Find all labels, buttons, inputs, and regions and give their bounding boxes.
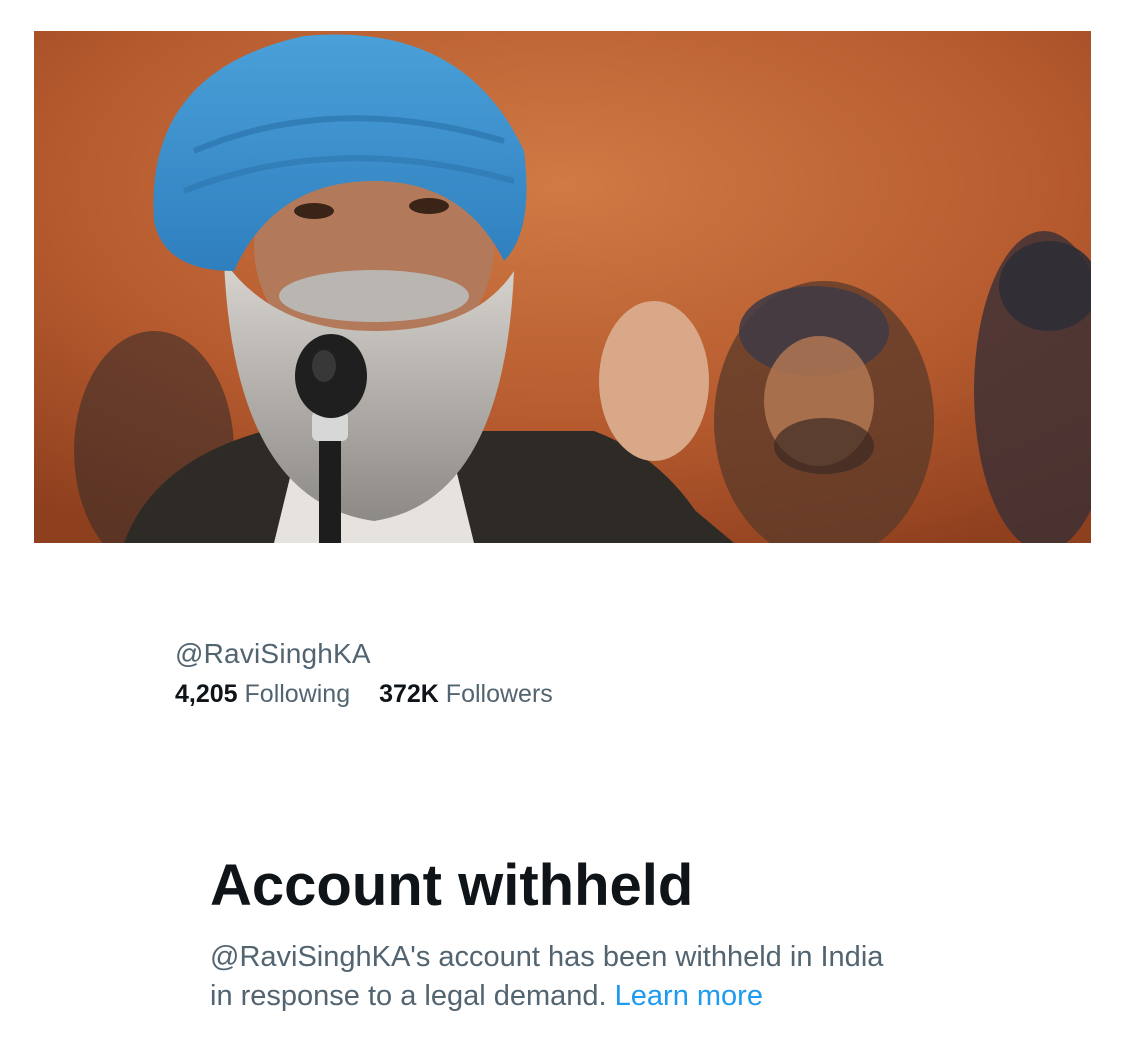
followers-count: 372K — [379, 680, 439, 708]
withheld-title: Account withheld — [210, 853, 694, 918]
profile-handle: @RaviSinghKA — [175, 638, 371, 669]
learn-more-link[interactable]: Learn more — [615, 980, 763, 1012]
profile-banner[interactable] — [34, 31, 1091, 543]
profile-stats: 4,205 Following 372K Followers — [175, 676, 553, 712]
withheld-notice: Account withheld @RaviSinghKA's account … — [210, 848, 910, 1016]
following-count: 4,205 — [175, 680, 238, 708]
withheld-message: @RaviSinghKA's account has been withheld… — [210, 938, 900, 1016]
withheld-body-text: @RaviSinghKA's account has been withheld… — [210, 941, 884, 1012]
banner-photo — [34, 31, 1091, 543]
following-link[interactable]: 4,205 Following — [175, 676, 350, 712]
followers-link[interactable]: 372K Followers — [379, 676, 553, 712]
profile-info: @RaviSinghKA 4,205 Following 372K Follow… — [175, 634, 553, 712]
following-label: Following — [244, 680, 351, 708]
followers-label: Followers — [445, 680, 553, 708]
